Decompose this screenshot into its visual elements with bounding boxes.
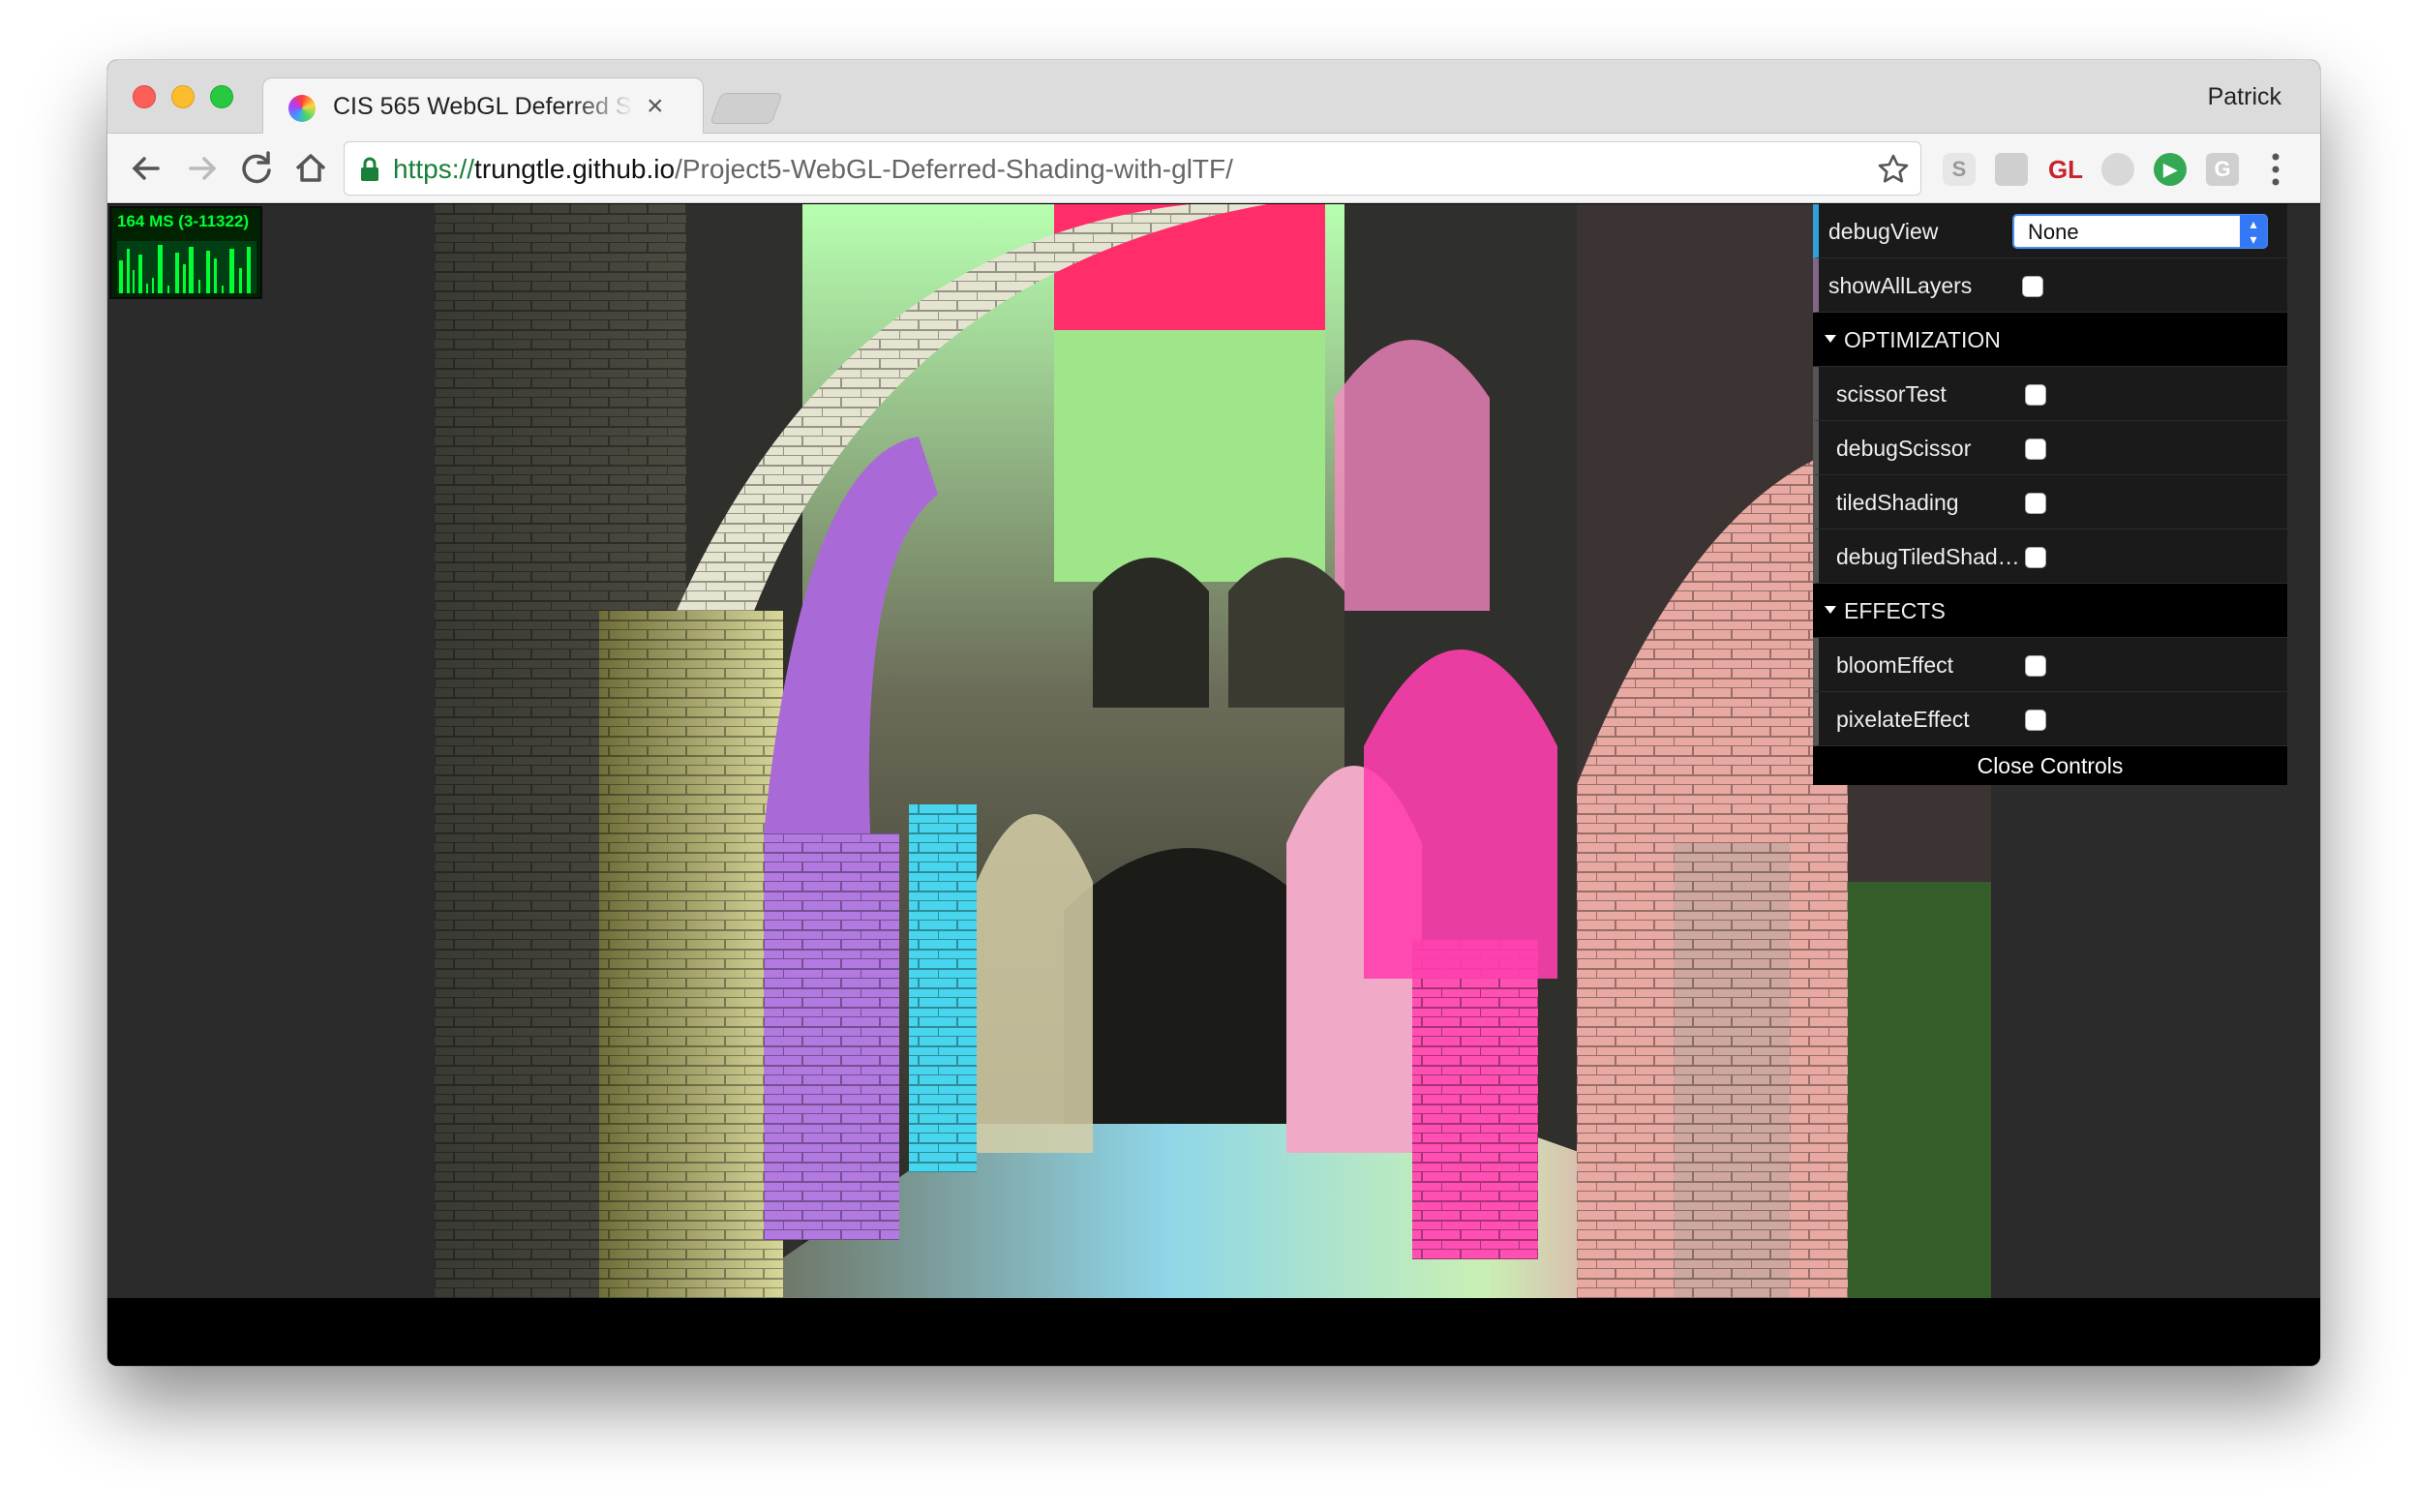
minimize-window-button[interactable] xyxy=(171,85,195,108)
debugscissor-label: debugScissor xyxy=(1836,436,1972,461)
back-button[interactable] xyxy=(123,145,169,192)
g-extension-icon[interactable]: G xyxy=(2206,153,2239,186)
debugtiledshading-checkbox[interactable] xyxy=(2025,547,2046,568)
lock-icon xyxy=(361,157,378,181)
favicon-icon xyxy=(288,95,316,122)
page-content: 164 MS (3-11322) debugView None ▴ ▾ show… xyxy=(107,204,2320,1298)
fps-stats-panel[interactable]: 164 MS (3-11322) xyxy=(109,206,262,299)
tab-title: CIS 565 WebGL Deferred Shading with glTF xyxy=(333,93,633,120)
tiledshading-label: tiledShading xyxy=(1836,490,1959,515)
close-controls-button[interactable]: Close Controls xyxy=(1813,746,2287,785)
scissortest-label: scissorTest xyxy=(1836,381,1947,407)
showalllayers-row[interactable]: showAllLayers xyxy=(1813,258,2287,313)
browser-toolbar: https://trungtle.github.io/Project5-WebG… xyxy=(107,134,2320,203)
caret-down-icon xyxy=(1825,606,1836,614)
play-extension-icon[interactable]: ▶ xyxy=(2154,153,2187,186)
new-tab-button[interactable] xyxy=(710,93,783,124)
pixelateeffect-label: pixelateEffect xyxy=(1836,707,1970,732)
optimization-folder-label: OPTIMIZATION xyxy=(1844,327,2001,352)
showalllayers-label: showAllLayers xyxy=(1828,273,1973,298)
bloomeffect-checkbox[interactable] xyxy=(2025,655,2046,677)
rendered-scene xyxy=(435,204,1991,1298)
url-host: trungtle.github.io xyxy=(474,154,676,184)
debugview-value: None xyxy=(2028,220,2079,244)
tiledshading-checkbox[interactable] xyxy=(2025,493,2046,514)
url-text: https://trungtle.github.io/Project5-WebG… xyxy=(393,154,1233,185)
debugtiledshading-row[interactable]: debugTiledShading xyxy=(1813,529,2287,584)
scissortest-checkbox[interactable] xyxy=(2025,384,2046,406)
browser-window: CIS 565 WebGL Deferred Shading with glTF… xyxy=(107,60,2320,1366)
url-path: /Project5-WebGL-Deferred-Shading-with-gl… xyxy=(675,154,1233,184)
forward-button[interactable] xyxy=(179,145,226,192)
reload-icon xyxy=(242,151,271,184)
debugtiledshading-label: debugTiledShading xyxy=(1836,544,2020,569)
debugview-label: debugView xyxy=(1828,219,1939,244)
active-tab[interactable]: CIS 565 WebGL Deferred Shading with glTF… xyxy=(262,77,704,136)
debugscissor-row[interactable]: debugScissor xyxy=(1813,421,2287,475)
stats-graph xyxy=(117,241,257,293)
reload-button[interactable] xyxy=(233,145,280,192)
pixelateeffect-row[interactable]: pixelateEffect xyxy=(1813,692,2287,746)
showalllayers-checkbox[interactable] xyxy=(2022,276,2043,297)
bookmark-star-icon[interactable] xyxy=(1876,152,1911,187)
caret-down-icon xyxy=(1825,335,1836,343)
home-icon xyxy=(295,154,326,182)
pixelateeffect-checkbox[interactable] xyxy=(2025,710,2046,731)
debugscissor-checkbox[interactable] xyxy=(2025,438,2046,460)
controls-panel: debugView None ▴ ▾ showAllLayers OPTIMIZA… xyxy=(1813,204,2287,785)
effects-folder-label: EFFECTS xyxy=(1844,598,1946,623)
home-button[interactable] xyxy=(287,145,334,192)
close-window-button[interactable] xyxy=(133,85,156,108)
arrow-right-icon xyxy=(189,157,217,180)
kebab-menu-icon[interactable] xyxy=(2270,151,2281,188)
s-extension-icon[interactable]: S xyxy=(1943,153,1976,186)
maximize-window-button[interactable] xyxy=(210,85,233,108)
stats-text: 164 MS (3-11322) xyxy=(117,212,250,230)
debugview-row: debugView None ▴ ▾ xyxy=(1813,204,2287,258)
profile-name[interactable]: Patrick xyxy=(2208,83,2281,111)
arrow-left-icon xyxy=(132,157,160,180)
gray-extension-icon[interactable] xyxy=(2101,153,2134,186)
debugview-select[interactable]: None ▴ ▾ xyxy=(2012,214,2268,249)
url-scheme: https:// xyxy=(393,154,475,184)
tiledshading-row[interactable]: tiledShading xyxy=(1813,475,2287,529)
effects-folder[interactable]: EFFECTS xyxy=(1813,584,2287,638)
page-bottom-strip xyxy=(107,1298,2320,1366)
select-arrows-icon: ▴ ▾ xyxy=(2240,215,2267,248)
webgl-canvas[interactable] xyxy=(435,204,1991,1298)
bloomeffect-label: bloomEffect xyxy=(1836,652,1954,678)
gl-extension-icon[interactable]: GL xyxy=(2045,153,2086,186)
address-bar[interactable]: https://trungtle.github.io/Project5-WebG… xyxy=(344,141,1921,196)
scissortest-row[interactable]: scissorTest xyxy=(1813,367,2287,421)
document-extension-icon[interactable] xyxy=(1995,153,2028,186)
tab-bar: CIS 565 WebGL Deferred Shading with glTF… xyxy=(107,60,2320,136)
tab-close-icon[interactable]: × xyxy=(647,90,664,123)
optimization-folder[interactable]: OPTIMIZATION xyxy=(1813,313,2287,367)
bloomeffect-row[interactable]: bloomEffect xyxy=(1813,638,2287,692)
